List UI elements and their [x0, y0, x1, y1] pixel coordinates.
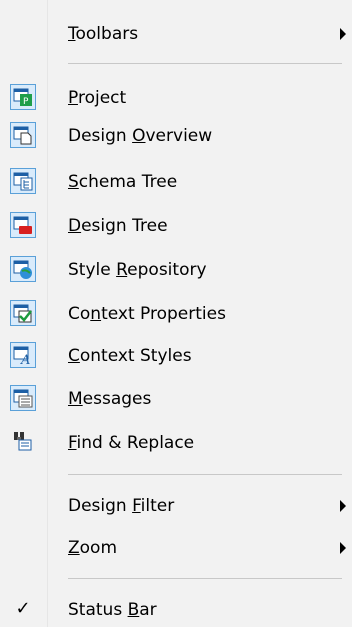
menu-item-label: Schema Tree: [68, 172, 178, 192]
context-styles-icon: A: [10, 342, 36, 368]
context-properties-icon: [10, 300, 36, 326]
submenu-arrow-icon: [340, 500, 346, 512]
view-menu: Toolbars P Project Design Overview Schem…: [0, 0, 352, 627]
submenu-arrow-icon: [340, 28, 346, 40]
menu-item-project[interactable]: P Project: [0, 80, 352, 116]
menu-item-label: Design Tree: [68, 216, 168, 236]
menu-separator: [68, 474, 342, 475]
menu-separator: [68, 63, 342, 64]
menu-item-label: Style Repository: [68, 260, 207, 280]
svg-text:P: P: [23, 97, 29, 107]
checkmark-icon: ✓: [15, 598, 31, 619]
menu-item-style-repository[interactable]: Style Repository: [0, 252, 352, 288]
menu-item-label: Context Styles: [68, 346, 192, 366]
design-tree-icon: [10, 212, 36, 238]
menu-item-design-overview[interactable]: Design Overview: [0, 118, 352, 154]
messages-icon: [10, 385, 36, 411]
design-overview-icon: [10, 122, 36, 148]
menu-item-label: Find & Replace: [68, 433, 195, 453]
submenu-arrow-icon: [340, 542, 346, 554]
menu-item-label: Status Bar: [68, 600, 157, 620]
menu-item-design-filter[interactable]: Design Filter: [0, 488, 352, 524]
style-repository-icon: [10, 256, 36, 282]
menu-item-label: Context Properties: [68, 304, 226, 324]
menu-item-design-tree[interactable]: Design Tree: [0, 208, 352, 244]
schema-tree-icon: [10, 168, 36, 194]
menu-item-label: Design Filter: [68, 496, 175, 516]
menu-item-messages[interactable]: Messages: [0, 381, 352, 417]
find-replace-icon: [10, 429, 36, 455]
menu-item-label: Toolbars: [68, 24, 139, 44]
menu-item-context-styles[interactable]: A Context Styles: [0, 338, 352, 374]
menu-item-status-bar[interactable]: ✓ Status Bar: [0, 592, 352, 628]
menu-item-label: Project: [68, 88, 127, 108]
project-icon: P: [10, 84, 36, 110]
menu-item-schema-tree[interactable]: Schema Tree: [0, 164, 352, 200]
menu-item-context-properties[interactable]: Context Properties: [0, 296, 352, 332]
menu-item-label: Zoom: [68, 538, 118, 558]
menu-item-toolbars[interactable]: Toolbars: [0, 16, 352, 52]
menu-item-find-replace[interactable]: Find & Replace: [0, 425, 352, 461]
menu-item-label: Messages: [68, 389, 152, 409]
menu-item-zoom[interactable]: Zoom: [0, 530, 352, 566]
menu-separator: [68, 578, 342, 579]
menu-item-label: Design Overview: [68, 126, 213, 146]
svg-text:A: A: [20, 353, 30, 365]
